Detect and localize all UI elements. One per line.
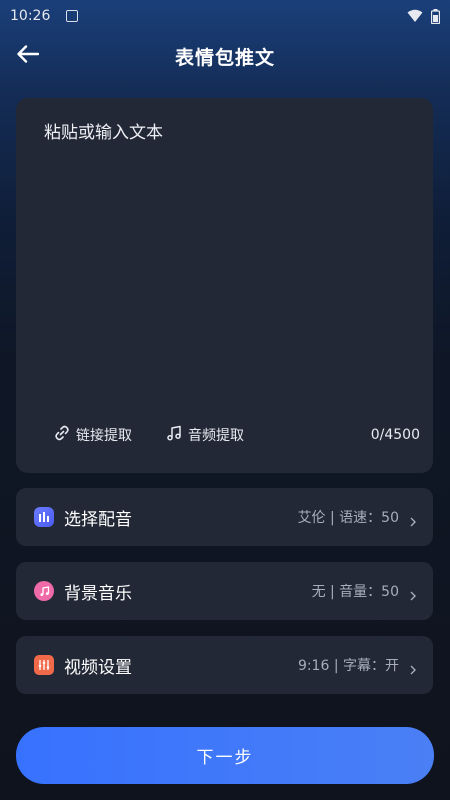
voice-setting-row[interactable]: 选择配音 艾伦 | 语速：50 [16,488,433,546]
char-count: 0/4500 [370,427,420,443]
battery-icon [431,8,440,24]
video-setting-label: 视频设置 [64,657,132,678]
wifi-icon [407,9,423,23]
status-icons [407,8,440,24]
status-bar: 10:26 [0,0,450,32]
music-note-icon [34,581,54,601]
status-time: 10:26 [10,8,51,24]
voice-bars-icon [34,507,54,527]
link-extract-button[interactable]: 链接提取 [54,425,132,445]
voice-setting-label: 选择配音 [64,509,132,530]
video-setting-row[interactable]: 视频设置 9:16 | 字幕：开 [16,636,433,694]
chevron-right-icon [409,660,417,675]
audio-extract-button[interactable]: 音频提取 [166,425,244,445]
video-setting-value: 9:16 | 字幕：开 [297,658,399,674]
link-icon [54,425,70,445]
audio-extract-label: 音频提取 [188,428,244,444]
header: 表情包推文 [0,34,450,78]
text-input[interactable] [16,98,433,408]
notification-icon [66,10,79,22]
equalizer-sliders-icon [34,655,54,675]
link-extract-label: 链接提取 [76,428,132,444]
extract-row: 链接提取 音频提取 0/4500 [36,425,420,447]
music-setting-row[interactable]: 背景音乐 无 | 音量：50 [16,562,433,620]
chevron-right-icon [409,512,417,527]
page-title: 表情包推文 [174,46,275,69]
back-button[interactable] [12,40,44,72]
music-setting-label: 背景音乐 [64,583,132,604]
text-input-card [16,98,433,473]
arrow-left-icon [17,45,40,67]
music-setting-value: 无 | 音量：50 [311,584,399,600]
music-note-icon [166,425,182,445]
chevron-right-icon [409,586,417,601]
voice-setting-value: 艾伦 | 语速：50 [297,510,399,526]
next-step-button[interactable]: 下一步 [16,727,434,784]
